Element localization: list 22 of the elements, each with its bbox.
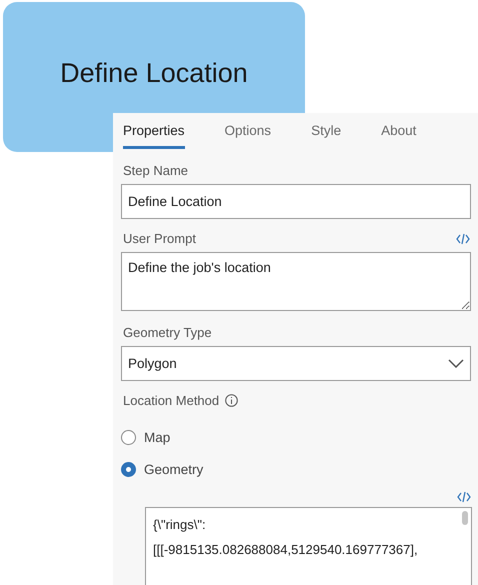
tab[interactable]: Options: [224, 119, 272, 149]
field-label: Step Name: [123, 163, 188, 178]
radio-button[interactable]: [121, 462, 136, 477]
step-node-title: Define Location: [60, 58, 248, 90]
field-label: Geometry Type: [123, 325, 212, 340]
radio-label: Map: [144, 430, 170, 445]
chevron-down-icon: [448, 359, 464, 368]
radio-button[interactable]: [121, 430, 136, 445]
user-prompt-input[interactable]: Define the job's location: [121, 252, 471, 311]
code-icon[interactable]: [457, 491, 471, 503]
field-label: User Prompt: [123, 231, 196, 246]
radio-label: Geometry: [144, 462, 204, 477]
geometry-type-select[interactable]: Polygon: [121, 346, 471, 381]
step-name-input[interactable]: Define Location: [121, 184, 471, 219]
geometry-json-field[interactable]: {\"rings\": [[[-9815135.082688084,5129540.169777367],: [145, 507, 472, 585]
tab[interactable]: Properties: [123, 119, 185, 149]
scrollbar-thumb[interactable]: [462, 511, 468, 525]
code-icon[interactable]: [456, 232, 470, 244]
field-label: Location Method: [123, 393, 220, 408]
tab[interactable]: About: [381, 119, 416, 149]
info-icon[interactable]: [225, 394, 238, 407]
tab[interactable]: Style: [311, 119, 342, 149]
